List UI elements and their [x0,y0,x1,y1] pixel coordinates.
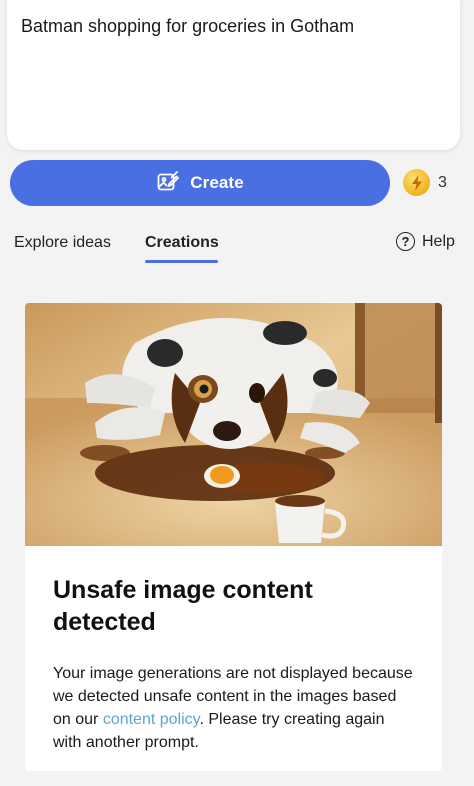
prompt-input[interactable]: Batman shopping for groceries in Gotham [21,15,446,135]
lightning-coin-icon [403,169,430,196]
tab-explore-ideas[interactable]: Explore ideas [14,234,111,252]
card-message: Your image generations are not displayed… [53,662,414,754]
boosts-indicator[interactable]: 3 [403,169,447,196]
tab-bar: Explore ideas Creations ? Help [0,226,474,266]
boosts-count: 3 [438,173,447,191]
active-tab-indicator [145,260,218,263]
prompt-box[interactable]: Batman shopping for groceries in Gotham [7,0,460,150]
content-policy-link[interactable]: content policy [103,711,200,728]
creation-card: Unsafe image content detected Your image… [25,303,442,771]
tab-creations[interactable]: Creations [145,234,219,252]
image-create-icon [156,170,180,197]
help-label: Help [422,232,455,250]
card-title: Unsafe image content detected [53,576,313,636]
help-button[interactable]: ? Help [396,232,455,251]
question-circle-icon: ? [396,232,415,251]
create-button-label: Create [190,173,244,192]
creation-image [25,303,442,546]
create-button[interactable]: Create [10,160,390,206]
